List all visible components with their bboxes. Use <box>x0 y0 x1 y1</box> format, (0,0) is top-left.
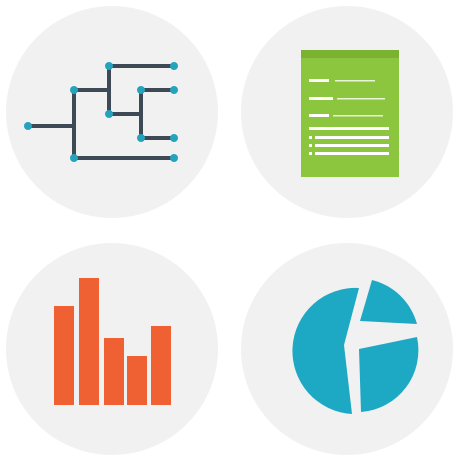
tree-node <box>170 134 178 142</box>
pie-slice <box>359 337 419 412</box>
icon-grid <box>0 0 455 457</box>
tree-node <box>170 62 178 70</box>
tree-node <box>105 110 113 118</box>
bar <box>79 278 99 405</box>
tree-node <box>137 86 145 94</box>
tree-node <box>170 86 178 94</box>
tree-node <box>105 62 113 70</box>
tree-node <box>70 86 78 94</box>
bar <box>127 356 147 405</box>
bar <box>54 306 74 405</box>
bar <box>151 326 171 405</box>
tree-node <box>137 134 145 142</box>
tree-node <box>70 154 78 162</box>
tree-node <box>24 122 32 130</box>
document-icon <box>241 6 453 218</box>
pie-slice <box>360 280 417 324</box>
bar <box>104 338 124 405</box>
pie-slice <box>292 287 359 414</box>
tree-diagram-icon <box>6 6 218 218</box>
bar-chart-icon <box>6 243 218 455</box>
pie-chart-icon <box>241 243 453 455</box>
tree-node <box>170 154 178 162</box>
